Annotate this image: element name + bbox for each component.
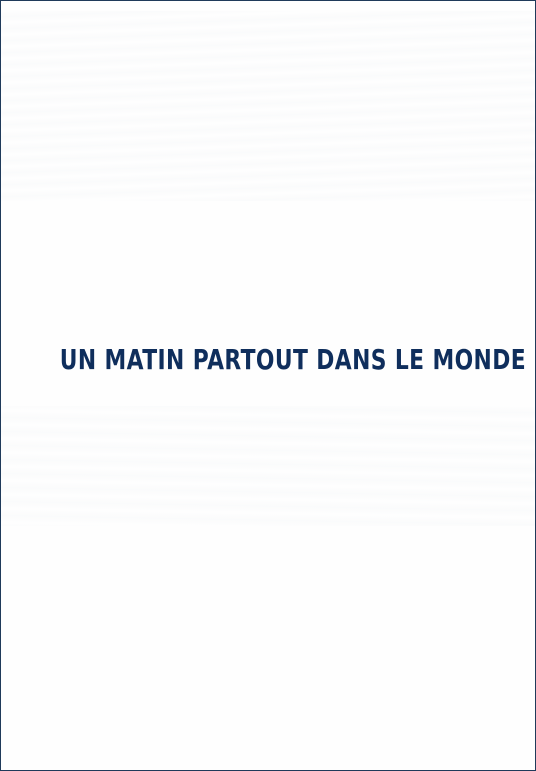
- title-card-frame: UN MATIN PARTOUT DANS LE MONDE: [0, 0, 536, 771]
- title-text: UN MATIN PARTOUT DANS LE MONDE: [59, 343, 527, 376]
- faint-background-texture-bottom: [1, 406, 535, 526]
- faint-background-texture-top: [1, 11, 535, 201]
